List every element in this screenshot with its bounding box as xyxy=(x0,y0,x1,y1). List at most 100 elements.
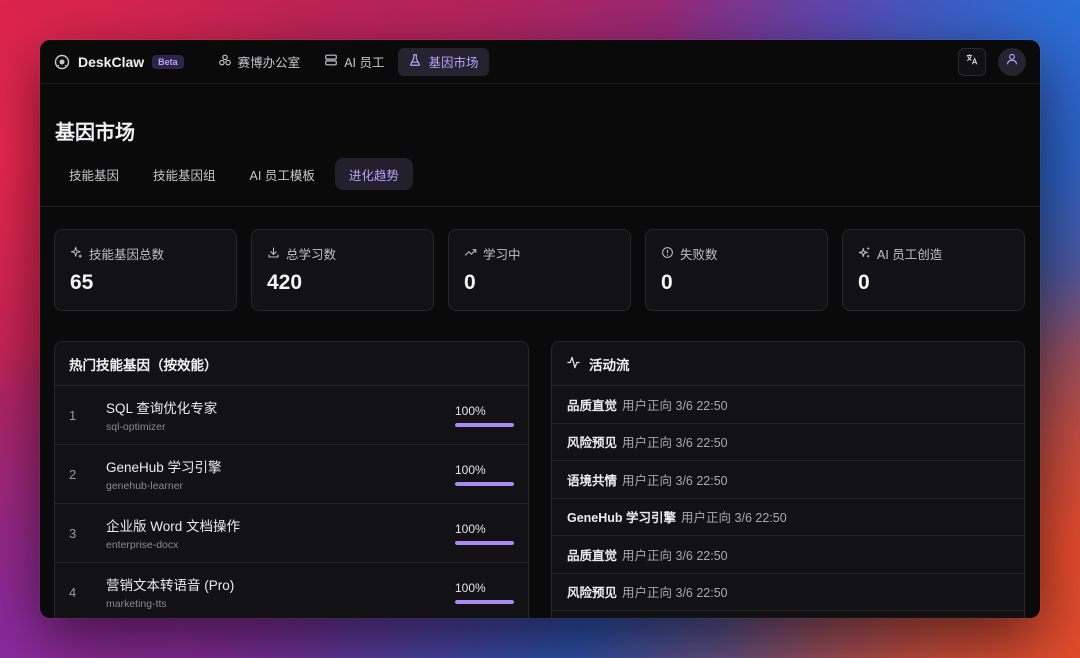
activity-item[interactable]: GeneHub 学习引擎 用户正向 3/6 22:50 xyxy=(552,499,1024,536)
activity-name: 品质直觉 xyxy=(567,398,618,413)
brand[interactable]: DeskClaw Beta xyxy=(54,54,184,70)
gene-rank: 2 xyxy=(69,466,77,482)
activity-item[interactable]: 风险预见 用户正向 3/6 22:50 xyxy=(552,574,1024,611)
nav-item-ai-staff[interactable]: AI 员工 xyxy=(314,48,394,76)
gene-name: 企业版 Word 文档操作 xyxy=(106,519,241,534)
gene-row[interactable]: 4 营销文本转语音 (Pro) marketing-tts 100% xyxy=(55,563,528,618)
stat-card-failures: 失败数 0 xyxy=(645,229,828,311)
score-bar xyxy=(455,599,514,604)
gene-slug: enterprise-docx xyxy=(106,539,179,551)
activity-item[interactable]: 语境共情 用户正向 3/6 22:50 xyxy=(552,461,1024,499)
page-title: 基因市场 xyxy=(55,122,135,144)
score-bar-fill xyxy=(455,540,514,545)
activity-name: GeneHub 学习引擎 xyxy=(567,511,677,526)
flask-icon xyxy=(408,53,422,70)
stat-value: 0 xyxy=(464,271,476,294)
activity-header: 活动流 xyxy=(552,342,1024,386)
activity-meta: 用户正向 3/6 22:50 xyxy=(622,586,728,601)
activity-meta: 用户正向 3/6 22:50 xyxy=(622,436,728,451)
translate-icon xyxy=(965,52,979,71)
score-bar-fill xyxy=(455,599,514,604)
activity-name: 语境共情 xyxy=(567,473,618,488)
app-window: DeskClaw Beta 赛博办公室 AI 员工 基因市场 基因市场 技能基因… xyxy=(40,40,1040,618)
score-bar-fill xyxy=(455,481,514,486)
gene-slug: marketing-tts xyxy=(106,598,167,610)
activity-item[interactable]: 风险预见 用户正向 3/6 22:50 xyxy=(552,424,1024,461)
cluster-icon xyxy=(218,53,232,70)
stat-label: 失败数 xyxy=(680,248,718,262)
activity-meta: 用户正向 3/6 22:50 xyxy=(622,548,728,563)
stats-row: 技能基因总数 65 总学习数 420 学习中 0 失败数 0 AI 员工创造 0 xyxy=(54,229,1025,311)
top-genes-header: 热门技能基因（按效能） xyxy=(55,342,528,386)
nav-label: 赛博办公室 xyxy=(237,56,301,70)
activity-item[interactable]: 品质直觉 用户正向 3/6 22:50 xyxy=(552,386,1024,424)
gene-row[interactable]: 1 SQL 查询优化专家 sql-optimizer 100% xyxy=(55,386,528,445)
score-bar xyxy=(455,481,514,486)
trending-up-icon xyxy=(464,246,477,262)
activity-name: 风险预见 xyxy=(567,586,618,601)
panel-title: 活动流 xyxy=(589,357,630,373)
nav-item-cyber-office[interactable]: 赛博办公室 xyxy=(208,48,311,76)
panels-row: 热门技能基因（按效能） 1 SQL 查询优化专家 sql-optimizer 1… xyxy=(54,341,1025,618)
activity-name: 风险预见 xyxy=(567,436,618,451)
header-divider xyxy=(40,206,1040,207)
tab-skill-genes[interactable]: 技能基因 xyxy=(55,158,133,190)
stat-value: 0 xyxy=(858,271,870,294)
tab-bar: 技能基因 技能基因组 AI 员工模板 进化趋势 xyxy=(55,158,1040,190)
stat-label: AI 员工创造 xyxy=(877,248,943,262)
user-menu-button[interactable] xyxy=(998,47,1026,76)
gene-row[interactable]: 2 GeneHub 学习引擎 genehub-learner 100% xyxy=(55,445,528,504)
top-bar: DeskClaw Beta 赛博办公室 AI 员工 基因市场 xyxy=(40,40,1040,84)
tab-ai-staff-templates[interactable]: AI 员工模板 xyxy=(236,158,329,190)
main-nav: 赛博办公室 AI 员工 基因市场 xyxy=(208,47,489,76)
download-icon xyxy=(267,246,280,262)
logo-icon xyxy=(54,54,70,70)
panel-title: 热门技能基因（按效能） xyxy=(69,357,218,373)
stat-card-ai-created: AI 员工创造 0 xyxy=(842,229,1025,311)
gene-row[interactable]: 3 企业版 Word 文档操作 enterprise-docx 100% xyxy=(55,504,528,563)
stat-label: 总学习数 xyxy=(286,248,337,262)
stat-value: 0 xyxy=(661,271,673,294)
score-bar xyxy=(455,540,514,545)
user-icon xyxy=(1005,52,1019,71)
activity-name: 品质直觉 xyxy=(567,548,618,563)
activity-panel: 活动流 品质直觉 用户正向 3/6 22:50 风险预见 用户正向 3/6 22… xyxy=(551,341,1025,618)
language-button[interactable] xyxy=(958,47,986,76)
tab-skill-genomes[interactable]: 技能基因组 xyxy=(139,158,230,190)
gene-score: 100% xyxy=(455,580,486,595)
stat-value: 420 xyxy=(267,271,303,294)
app-name: DeskClaw xyxy=(78,53,145,70)
gene-name: 营销文本转语音 (Pro) xyxy=(106,578,235,593)
stat-card-total-learned: 总学习数 420 xyxy=(251,229,434,311)
gene-score: 100% xyxy=(455,403,486,418)
gene-rank: 4 xyxy=(69,584,77,600)
activity-meta: 用户正向 3/6 22:50 xyxy=(681,511,787,526)
gene-rank: 3 xyxy=(69,525,77,541)
activity-item[interactable]: 品质直觉 用户正向 3/6 22:50 xyxy=(552,536,1024,574)
tab-evolution-trends[interactable]: 进化趋势 xyxy=(334,158,413,190)
stat-value: 65 xyxy=(70,271,94,294)
nav-label: AI 员工 xyxy=(344,56,385,70)
gene-slug: sql-optimizer xyxy=(106,421,166,433)
gene-rank: 1 xyxy=(69,407,77,423)
activity-meta: 用户正向 3/6 22:50 xyxy=(622,473,728,488)
stat-label: 学习中 xyxy=(483,248,521,262)
gene-score: 100% xyxy=(455,521,486,536)
gene-score: 100% xyxy=(455,462,486,477)
alert-circle-icon xyxy=(661,246,674,262)
gene-name: GeneHub 学习引擎 xyxy=(106,460,222,475)
nav-item-gene-market[interactable]: 基因市场 xyxy=(398,47,489,76)
server-icon xyxy=(324,53,338,70)
gene-name: SQL 查询优化专家 xyxy=(106,401,218,416)
topbar-actions xyxy=(958,47,1026,76)
top-genes-panel: 热门技能基因（按效能） 1 SQL 查询优化专家 sql-optimizer 1… xyxy=(54,341,529,618)
stat-card-total-genes: 技能基因总数 65 xyxy=(54,229,237,311)
beta-badge: Beta xyxy=(152,54,184,69)
gene-slug: genehub-learner xyxy=(106,480,184,492)
stat-card-learning: 学习中 0 xyxy=(448,229,631,311)
sparkles-icon xyxy=(858,246,871,262)
score-bar-fill xyxy=(455,422,514,427)
score-bar xyxy=(455,422,514,427)
nav-label: 基因市场 xyxy=(428,56,479,70)
activity-icon xyxy=(566,355,581,373)
